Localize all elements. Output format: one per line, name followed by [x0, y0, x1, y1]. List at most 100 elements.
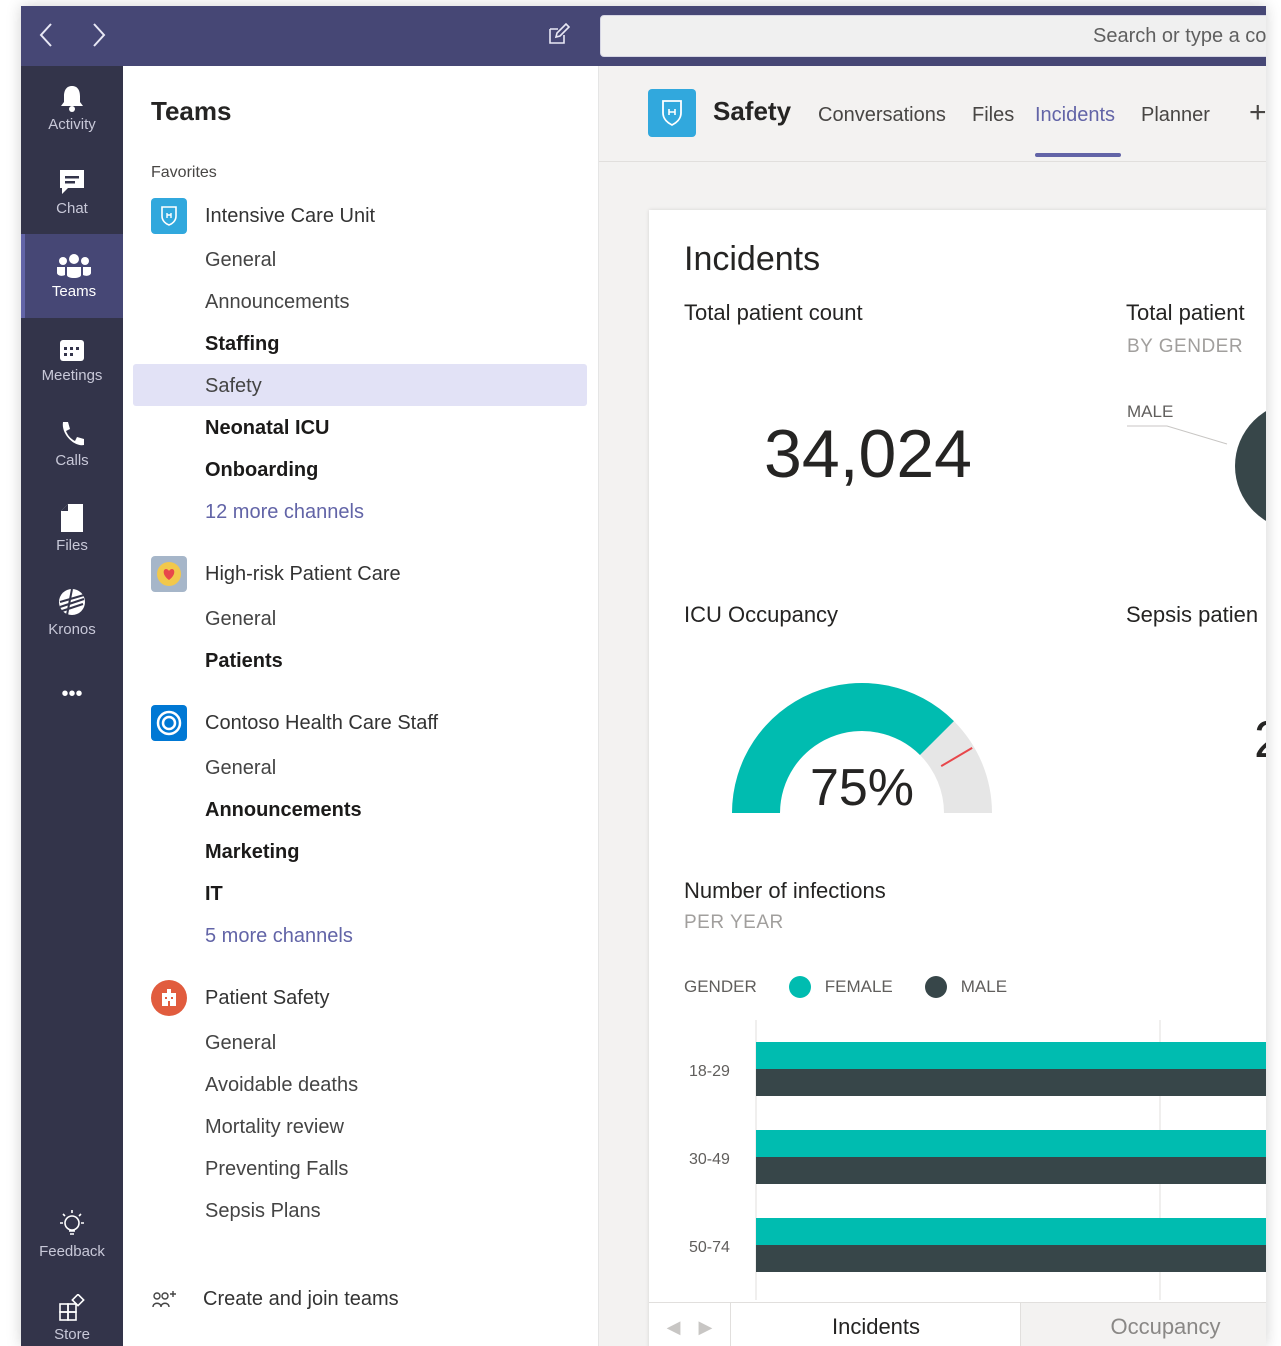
sepsis-value: 2: [1254, 710, 1266, 770]
tab-conversations[interactable]: Conversations: [818, 104, 946, 127]
prev-page-icon[interactable]: ◀: [667, 1317, 681, 1338]
channel-title: Safety: [713, 96, 792, 126]
report-tab-occupancy[interactable]: Occupancy: [1021, 1303, 1266, 1346]
legend-female-label: FEMALE: [824, 977, 893, 996]
legend-female-swatch: [788, 976, 811, 998]
add-people-icon: [152, 1290, 176, 1307]
store-icon: [59, 1293, 85, 1321]
more-icon: •••: [61, 682, 83, 705]
search-box[interactable]: [600, 15, 1266, 57]
bar-male-50-74[interactable]: [756, 1245, 1266, 1272]
sepsis-title: Sepsis patien: [1126, 602, 1259, 627]
team-high-risk-patient-care[interactable]: High-risk Patient Care: [151, 554, 401, 594]
bar-female-50-74[interactable]: [756, 1218, 1266, 1245]
bar-female-18-29[interactable]: [756, 1042, 1266, 1069]
shield-icon: [151, 198, 187, 234]
channel-patients[interactable]: Patients: [205, 648, 283, 674]
app-calls[interactable]: Calls: [21, 402, 123, 486]
total-count-value: 34,024: [764, 416, 972, 492]
legend-male-swatch: [924, 976, 947, 998]
infections-subtitle: PER YEAR: [684, 912, 784, 933]
team-patient-safety[interactable]: Patient Safety: [151, 978, 330, 1018]
team-intensive-care-unit[interactable]: Intensive Care Unit: [151, 196, 375, 236]
category-label: 30-49: [689, 1151, 730, 1168]
app-teams[interactable]: Teams: [21, 234, 123, 318]
legend-title: GENDER: [684, 977, 757, 996]
bar-male-18-29[interactable]: [756, 1069, 1266, 1096]
app-label: Activity: [48, 115, 96, 133]
report-page-tabs: ◀ ▶ Incidents Occupancy: [649, 1302, 1266, 1346]
channel-general[interactable]: General: [205, 755, 276, 781]
icu-title: ICU Occupancy: [684, 602, 839, 627]
icu-gauge: 75%: [732, 683, 992, 817]
channel-mortality-review[interactable]: Mortality review: [205, 1114, 344, 1140]
app-meetings[interactable]: Meetings: [21, 318, 123, 402]
team-contoso-health-care-staff[interactable]: Contoso Health Care Staff: [151, 703, 438, 743]
forward-button[interactable]: [84, 20, 114, 50]
infections-title: Number of infections: [684, 878, 886, 903]
next-page-icon[interactable]: ▶: [699, 1317, 713, 1338]
more-channels-link[interactable]: 12 more channels: [205, 499, 364, 525]
app-activity[interactable]: Activity: [21, 66, 123, 150]
more-channels-link[interactable]: 5 more channels: [205, 923, 353, 949]
create-label: Create and join teams: [203, 1288, 399, 1310]
create-and-join-teams[interactable]: Create and join teams: [151, 1288, 399, 1311]
app-bar: Activity Chat Teams Meetings Calls Files…: [21, 66, 123, 1346]
channel-general[interactable]: General: [205, 1030, 276, 1056]
channel-avoidable-deaths[interactable]: Avoidable deaths: [205, 1072, 358, 1098]
app-label: Kronos: [48, 620, 96, 638]
add-tab-button[interactable]: +: [1249, 96, 1266, 130]
infections-legend: GENDER FEMALE MALE: [684, 976, 1007, 998]
compose-button[interactable]: [543, 20, 573, 50]
tab-incidents[interactable]: Incidents: [1035, 104, 1115, 127]
channel-it[interactable]: IT: [205, 881, 223, 907]
app-label: Files: [56, 536, 88, 554]
channel-staffing[interactable]: Staffing: [205, 331, 279, 357]
gauge-value-label: 75%: [810, 759, 914, 817]
channel-announcements[interactable]: Announcements: [205, 289, 350, 315]
channel-header: Safety Conversations Files Incidents Pla…: [599, 66, 1266, 162]
search-input[interactable]: [601, 16, 1266, 56]
bar-male-30-49[interactable]: [756, 1157, 1266, 1184]
channel-neonatal-icu[interactable]: Neonatal ICU: [205, 415, 329, 441]
channel-announcements[interactable]: Announcements: [205, 797, 362, 823]
teams-icon: [57, 253, 91, 278]
app-chat[interactable]: Chat: [21, 150, 123, 234]
legend-male-label: MALE: [960, 977, 1008, 996]
app-label: Meetings: [41, 366, 103, 384]
channel-onboarding[interactable]: Onboarding: [205, 457, 318, 483]
tab-files[interactable]: Files: [972, 104, 1014, 127]
store-button[interactable]: Store: [21, 1276, 123, 1346]
channel-general[interactable]: General: [205, 247, 276, 273]
channel-marketing[interactable]: Marketing: [205, 839, 299, 865]
report-tab-incidents[interactable]: Incidents: [732, 1303, 1021, 1346]
feedback-button[interactable]: Feedback: [21, 1192, 123, 1276]
calendar-icon: [60, 339, 84, 361]
lightbulb-icon: [60, 1209, 84, 1235]
page-nav-arrows[interactable]: ◀ ▶: [649, 1303, 731, 1346]
gender-pie-chart: [1127, 411, 1266, 521]
app-label: Feedback: [39, 1242, 105, 1260]
ring-logo-icon: [151, 705, 187, 741]
kronos-icon: [59, 588, 85, 615]
bar-female-30-49[interactable]: [756, 1130, 1266, 1157]
by-gender-subtitle: BY GENDER: [1127, 336, 1244, 357]
total-count-title: Total patient count: [684, 300, 863, 325]
by-gender-title: Total patient: [1126, 300, 1245, 325]
chevron-right-icon: [93, 23, 106, 47]
app-label: Teams: [51, 282, 97, 300]
team-name: Contoso Health Care Staff: [205, 711, 439, 734]
team-name: High-risk Patient Care: [205, 562, 401, 585]
channel-general[interactable]: General: [205, 606, 276, 632]
channel-preventing-falls[interactable]: Preventing Falls: [205, 1156, 348, 1182]
app-files[interactable]: Files: [21, 486, 123, 570]
tab-planner[interactable]: Planner: [1141, 104, 1210, 127]
back-button[interactable]: [31, 20, 61, 50]
channel-safety[interactable]: Safety: [205, 373, 262, 399]
channel-sepsis-plans[interactable]: Sepsis Plans: [205, 1198, 321, 1224]
phone-icon: [62, 421, 84, 445]
pie-slice-male: [1235, 411, 1266, 521]
more-apps-button[interactable]: •••: [21, 654, 123, 734]
app-label: Store: [54, 1325, 90, 1343]
app-kronos[interactable]: Kronos: [21, 570, 123, 654]
